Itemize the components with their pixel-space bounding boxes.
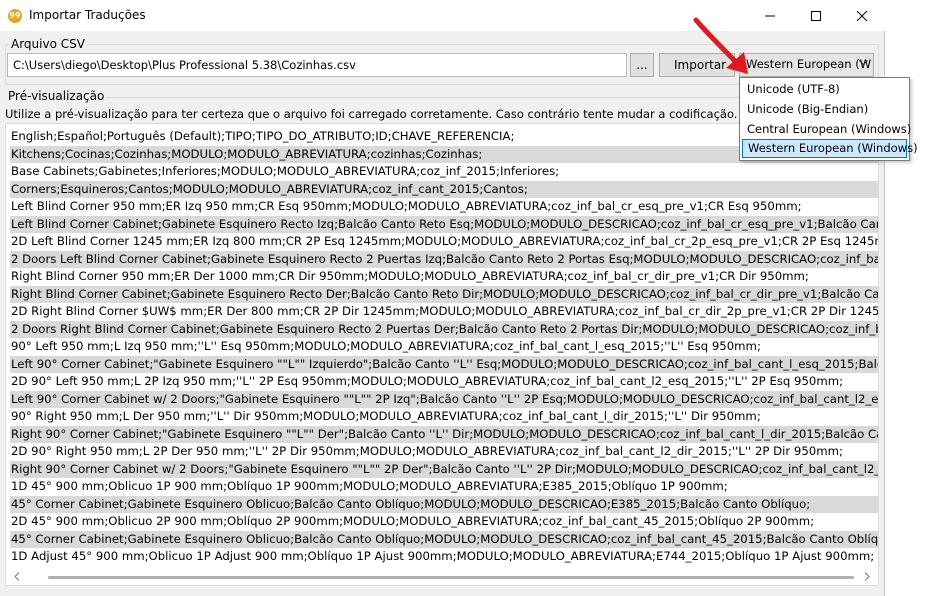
preview-row: 90° Right 950 mm;L Der 950 mm;''L'' Dir … — [11, 409, 761, 423]
preview-row: 1D 45° 900 mm;Oblicuo 1P 900 mm;Oblíquo … — [11, 479, 728, 493]
preview-row: 45° Corner Cabinet;Gabinete Esquinero Ob… — [10, 495, 878, 513]
preview-row: Right Blind Corner Cabinet;Gabinete Esqu… — [10, 285, 878, 303]
browse-button[interactable]: ... — [630, 53, 654, 77]
scroll-right-icon[interactable] — [864, 572, 870, 581]
csv-file-legend: Arquivo CSV — [9, 37, 87, 51]
preview-row: 45° Corner Cabinet;Gabinete Esquinero Ob… — [10, 530, 878, 548]
window-title: Importar Traduções — [29, 8, 146, 22]
preview-row: 2 Doors Left Blind Corner Cabinet;Gabine… — [10, 250, 878, 268]
preview-pane[interactable]: English;Español;Português (Default);TIPO… — [5, 123, 879, 586]
close-button[interactable] — [839, 0, 885, 31]
preview-row: Right 90° Corner Cabinet;"Gabinete Esqui… — [10, 425, 878, 443]
preview-row: Corners;Esquineros;Cantos;MODULO;MODULO_… — [10, 180, 878, 198]
encoding-select[interactable]: Western European (W — [739, 53, 874, 77]
chevron-down-icon — [859, 60, 868, 66]
encoding-option-western-european[interactable]: Western European (Windows) — [742, 139, 918, 158]
scroll-left-icon[interactable] — [14, 572, 20, 581]
maximize-icon — [811, 11, 821, 21]
preview-row: 2D 90° Right 950 mm;L 2P Der 950 mm;''L'… — [11, 444, 843, 458]
encoding-select-value: Western European (W — [746, 57, 872, 71]
preview-row: Right 90° Corner Cabinet w/ 2 Doors;"Gab… — [10, 460, 878, 478]
close-icon — [856, 10, 868, 22]
encoding-option-big-endian[interactable]: Unicode (Big-Endian) — [742, 100, 907, 119]
preview-row: 2 Doors Right Blind Corner Cabinet;Gabin… — [10, 320, 878, 338]
preview-row: Left Blind Corner Cabinet;Gabinete Esqui… — [10, 215, 878, 233]
preview-row: 2D Right Blind Corner $UW$ mm;ER Der 800… — [11, 304, 878, 318]
preview-rows: English;Español;Português (Default);TIPO… — [10, 128, 878, 566]
preview-row: Right Blind Corner 950 mm;ER Der 1000 mm… — [11, 269, 809, 283]
preview-row: Left 90° Corner Cabinet w/ 2 Doors;"Gabi… — [10, 390, 878, 408]
preview-row: 2D 90° Left 950 mm;L 2P Izq 950 mm;''L''… — [11, 374, 844, 388]
preview-row: 2D 45° 900 mm;Oblicuo 2P 900 mm;Oblíquo … — [11, 514, 815, 528]
minimize-icon — [765, 15, 775, 17]
preview-row: Left 90° Corner Cabinet;"Gabinete Esquin… — [10, 355, 878, 373]
preview-legend: Pré-visualização — [6, 89, 107, 103]
preview-row: Base Cabinets;Gabinetes;Inferiores;MODUL… — [11, 164, 560, 178]
scrollbar-thumb[interactable] — [48, 576, 854, 579]
preview-row: Left Blind Corner 950 mm;ER Izq 950 mm;C… — [11, 199, 802, 213]
encoding-option-utf8[interactable]: Unicode (UTF-8) — [742, 80, 907, 99]
maximize-button[interactable] — [793, 0, 839, 31]
preview-hint: Utilize a pré-visualização para ter cert… — [5, 107, 738, 121]
preview-row: 90° Left 950 mm;L Izq 950 mm;''L'' Esq 9… — [11, 339, 761, 353]
preview-row: 2D Left Blind Corner 1245 mm;ER Izq 800 … — [11, 234, 878, 248]
encoding-option-central-european[interactable]: Central European (Windows) — [742, 120, 911, 139]
horizontal-scrollbar[interactable] — [6, 568, 878, 585]
preview-row: 1D Adjust 45° 900 mm;Oblicuo 1P Adjust 9… — [11, 549, 875, 563]
csv-path-field[interactable]: C:\Users\diego\Desktop\Plus Professional… — [7, 53, 627, 77]
app-logo-icon: 99 — [8, 9, 22, 23]
red-arrow-annotation — [693, 17, 748, 74]
encoding-dropdown-list: Unicode (UTF-8) Unicode (Big-Endian) Cen… — [739, 77, 918, 161]
